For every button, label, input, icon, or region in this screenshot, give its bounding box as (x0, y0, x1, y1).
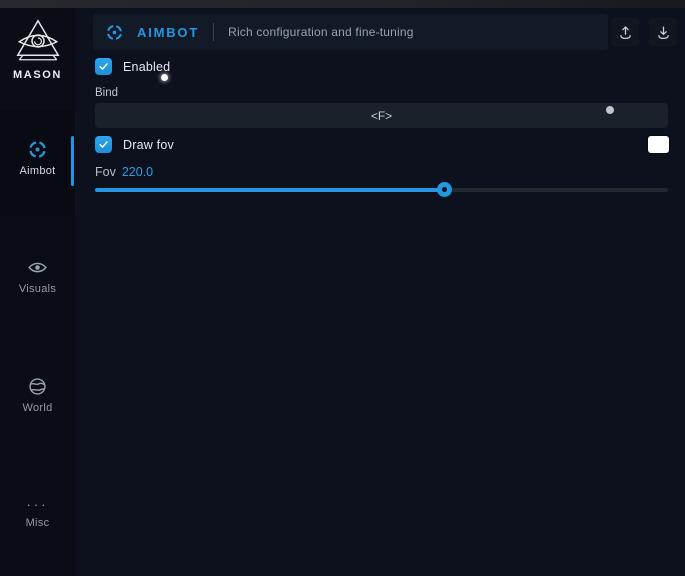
fov-slider-fill (95, 188, 445, 192)
main-panel: AIMBOT Rich configuration and fine-tunin… (75, 8, 685, 576)
bind-label: Bind (95, 87, 118, 99)
sidebar-item-misc[interactable]: ··· Misc (0, 500, 75, 529)
fov-slider-handle[interactable] (437, 182, 452, 197)
brand-logo: MASON (0, 18, 75, 81)
brand-name: MASON (13, 69, 62, 81)
draw-fov-row: Draw fov (95, 136, 174, 153)
window-top-strip (0, 0, 685, 8)
globe-icon (27, 376, 48, 397)
export-config-button[interactable] (611, 18, 639, 46)
crosshair-icon (105, 23, 124, 42)
enabled-checkbox[interactable] (95, 58, 112, 75)
sidebar-item-label: Visuals (19, 283, 56, 295)
sidebar-item-label: Misc (26, 517, 50, 529)
draw-fov-label: Draw fov (123, 138, 174, 152)
check-icon (98, 139, 109, 150)
enabled-label: Enabled (123, 60, 170, 74)
fov-slider[interactable] (95, 181, 668, 199)
mouse-cursor-dot (161, 74, 168, 81)
sidebar-item-label: World (22, 402, 52, 414)
sidebar-item-label: Aimbot (19, 165, 55, 177)
bind-value: <F> (371, 109, 392, 123)
eye-icon (27, 257, 48, 278)
enabled-row: Enabled (95, 58, 170, 75)
page-title: AIMBOT (137, 25, 199, 40)
sidebar: MASON Aimbot Visuals World (0, 8, 75, 576)
fov-label: Fov (95, 165, 116, 179)
bind-input[interactable]: <F> (95, 103, 668, 128)
eye-pyramid-icon (14, 18, 62, 64)
import-config-button[interactable] (649, 18, 677, 46)
fov-label-row: Fov 220.0 (95, 165, 153, 179)
header-divider (213, 23, 214, 41)
page-header: AIMBOT Rich configuration and fine-tunin… (93, 14, 608, 50)
page-subtitle: Rich configuration and fine-tuning (228, 25, 414, 39)
fov-color-swatch[interactable] (648, 136, 669, 153)
download-icon (655, 24, 672, 41)
ellipsis-icon: ··· (27, 500, 49, 512)
sidebar-item-visuals[interactable]: Visuals (0, 257, 75, 295)
crosshair-icon (27, 139, 48, 160)
fov-value: 220.0 (122, 165, 153, 179)
sidebar-item-world[interactable]: World (0, 376, 75, 414)
check-icon (98, 61, 109, 72)
bind-field-dot (606, 106, 614, 114)
mason-menu-window: MASON Aimbot Visuals World (0, 0, 685, 576)
sidebar-item-aimbot[interactable]: Aimbot (0, 139, 75, 177)
upload-icon (617, 24, 634, 41)
draw-fov-checkbox[interactable] (95, 136, 112, 153)
